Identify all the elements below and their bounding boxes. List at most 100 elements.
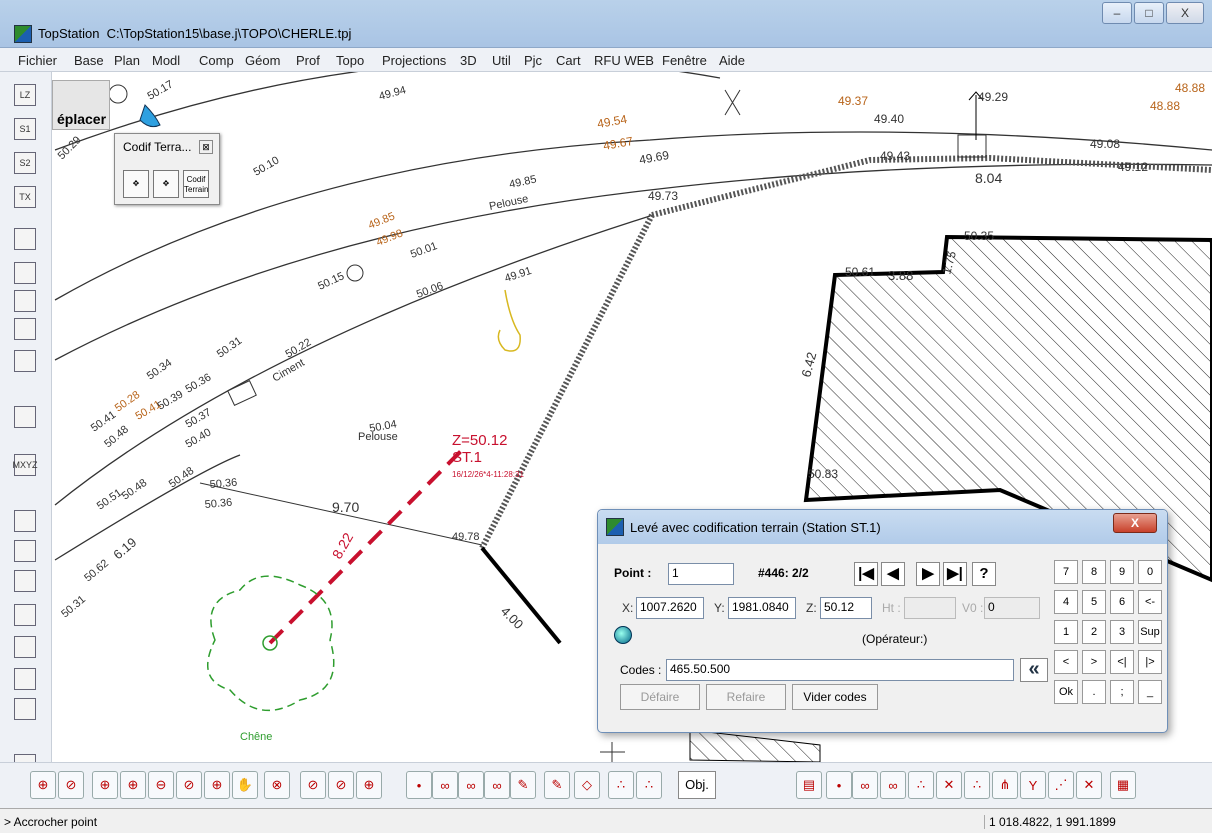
menu-modl[interactable]: Modl — [152, 53, 180, 68]
point-input[interactable]: 1 — [668, 563, 734, 585]
toolbar-button-20[interactable]: ∴ — [636, 771, 662, 799]
toolbar-button-25[interactable]: ∴ — [908, 771, 934, 799]
toolbar-button-10[interactable]: ⊘ — [328, 771, 354, 799]
menu-prof[interactable]: Prof — [296, 53, 320, 68]
left-tool-button-14[interactable] — [5, 600, 45, 630]
keypad-key-12[interactable]: < — [1054, 650, 1078, 674]
toolbar-button-21[interactable]: ▤ — [796, 771, 822, 799]
back-arrow-button[interactable]: « — [1020, 658, 1048, 682]
menu-g-om[interactable]: Géom — [245, 53, 280, 68]
minimize-button[interactable]: – — [1102, 2, 1132, 24]
toolbar-button-19[interactable]: ∴ — [608, 771, 634, 799]
toolbar-button-14[interactable]: ∞ — [458, 771, 484, 799]
toolbar-button-1[interactable]: ⊘ — [58, 771, 84, 799]
maximize-button[interactable]: □ — [1134, 2, 1164, 24]
deplacer-mode-button[interactable]: éplacer — [52, 80, 110, 130]
toolbar-button-7[interactable]: ✋ — [232, 771, 258, 799]
toolbar-button-6[interactable]: ⊕ — [204, 771, 230, 799]
dialog-close-button[interactable]: X — [1113, 513, 1157, 533]
first-point-button[interactable]: |◀ — [854, 562, 878, 586]
last-point-button[interactable]: ▶| — [943, 562, 967, 586]
undo-button[interactable]: Défaire — [620, 684, 700, 710]
toolbar-button-8[interactable]: ⊗ — [264, 771, 290, 799]
menu-3d[interactable]: 3D — [460, 53, 477, 68]
left-tool-button-4[interactable] — [5, 224, 45, 254]
toolbar-button-27[interactable]: ∴ — [964, 771, 990, 799]
keypad-key-1[interactable]: 8 — [1082, 560, 1106, 584]
toolbar-button-13[interactable]: ∞ — [432, 771, 458, 799]
ht-input[interactable] — [904, 597, 956, 619]
menu-topo[interactable]: Topo — [336, 53, 364, 68]
menu-fen-tre[interactable]: Fenêtre — [662, 53, 707, 68]
keypad-key-15[interactable]: |> — [1138, 650, 1162, 674]
toolbar-button-30[interactable]: ⋰ — [1048, 771, 1074, 799]
menu-aide[interactable]: Aide — [719, 53, 745, 68]
z-input[interactable]: 50.12 — [820, 597, 872, 619]
y-input[interactable]: 1981.0840 — [728, 597, 796, 619]
codif-terrain-button[interactable]: Codif Terrain — [183, 170, 209, 198]
toolbar-button-0[interactable]: ⊕ — [30, 771, 56, 799]
keypad-key-14[interactable]: <| — [1110, 650, 1134, 674]
keypad-key-7[interactable]: <- — [1138, 590, 1162, 614]
keypad-key-11[interactable]: Sup — [1138, 620, 1162, 644]
keypad-key-2[interactable]: 9 — [1110, 560, 1134, 584]
codif-point-button[interactable]: ✥ — [123, 170, 149, 198]
keypad-key-3[interactable]: 0 — [1138, 560, 1162, 584]
left-tool-button-15[interactable] — [5, 632, 45, 662]
toolbar-button-23[interactable]: ∞ — [852, 771, 878, 799]
menu-projections[interactable]: Projections — [382, 53, 446, 68]
keypad-key-8[interactable]: 1 — [1054, 620, 1078, 644]
left-tool-button-11[interactable] — [5, 506, 45, 536]
toolbar-button-2[interactable]: ⊕ — [92, 771, 118, 799]
left-tool-button-6[interactable] — [5, 286, 45, 316]
close-window-button[interactable]: X — [1166, 2, 1204, 24]
toolbar-button-18[interactable]: ◇ — [574, 771, 600, 799]
menu-plan[interactable]: Plan — [114, 53, 140, 68]
keypad-key-0[interactable]: 7 — [1054, 560, 1078, 584]
search-icon[interactable] — [614, 626, 632, 644]
left-tool-button-7[interactable] — [5, 314, 45, 344]
toolbar-button-9[interactable]: ⊘ — [300, 771, 326, 799]
menu-comp[interactable]: Comp — [199, 53, 234, 68]
left-tool-button-3[interactable]: TX — [5, 182, 45, 212]
toolbar-button-26[interactable]: ✕ — [936, 771, 962, 799]
codif-line-button[interactable]: ✥ — [153, 170, 179, 198]
toolbar-button-11[interactable]: ⊕ — [356, 771, 382, 799]
v0-input[interactable]: 0 — [984, 597, 1040, 619]
left-tool-button-17[interactable] — [5, 694, 45, 724]
toolbar-button-31[interactable]: ✕ — [1076, 771, 1102, 799]
clear-codes-button[interactable]: Vider codes — [792, 684, 878, 710]
toolbar-button-29[interactable]: Y — [1020, 771, 1046, 799]
menu-util[interactable]: Util — [492, 53, 511, 68]
toolbar-button-32[interactable]: ▦ — [1110, 771, 1136, 799]
obj-button[interactable]: Obj. — [678, 771, 716, 799]
keypad-key-5[interactable]: 5 — [1082, 590, 1106, 614]
codes-input[interactable]: 465.50.500 — [666, 659, 1014, 681]
keypad-key-4[interactable]: 4 — [1054, 590, 1078, 614]
menu-rfu-web[interactable]: RFU WEB — [594, 53, 654, 68]
keypad-key-19[interactable]: _ — [1138, 680, 1162, 704]
menu-cart[interactable]: Cart — [556, 53, 581, 68]
menu-base[interactable]: Base — [74, 53, 104, 68]
left-tool-button-0[interactable]: LZ — [5, 80, 45, 110]
left-tool-button-10[interactable]: MXYZ — [5, 450, 45, 480]
next-point-button[interactable]: ▶ — [916, 562, 940, 586]
left-tool-button-16[interactable] — [5, 664, 45, 694]
redo-button[interactable]: Refaire — [706, 684, 786, 710]
toolbar-button-16[interactable]: ✎ — [510, 771, 536, 799]
menu-fichier[interactable]: Fichier — [18, 53, 57, 68]
keypad-key-10[interactable]: 3 — [1110, 620, 1134, 644]
toolbar-button-24[interactable]: ∞ — [880, 771, 906, 799]
left-tool-button-12[interactable] — [5, 536, 45, 566]
codif-panel-close-button[interactable]: ⊠ — [199, 140, 213, 154]
help-button[interactable]: ? — [972, 562, 996, 586]
keypad-key-9[interactable]: 2 — [1082, 620, 1106, 644]
previous-point-button[interactable]: ◀ — [881, 562, 905, 586]
keypad-key-18[interactable]: ; — [1110, 680, 1134, 704]
keypad-key-6[interactable]: 6 — [1110, 590, 1134, 614]
left-tool-button-9[interactable] — [5, 402, 45, 432]
toolbar-button-22[interactable]: • — [826, 771, 852, 799]
left-tool-button-8[interactable] — [5, 346, 45, 376]
left-tool-button-1[interactable]: S1 — [5, 114, 45, 144]
toolbar-button-4[interactable]: ⊖ — [148, 771, 174, 799]
